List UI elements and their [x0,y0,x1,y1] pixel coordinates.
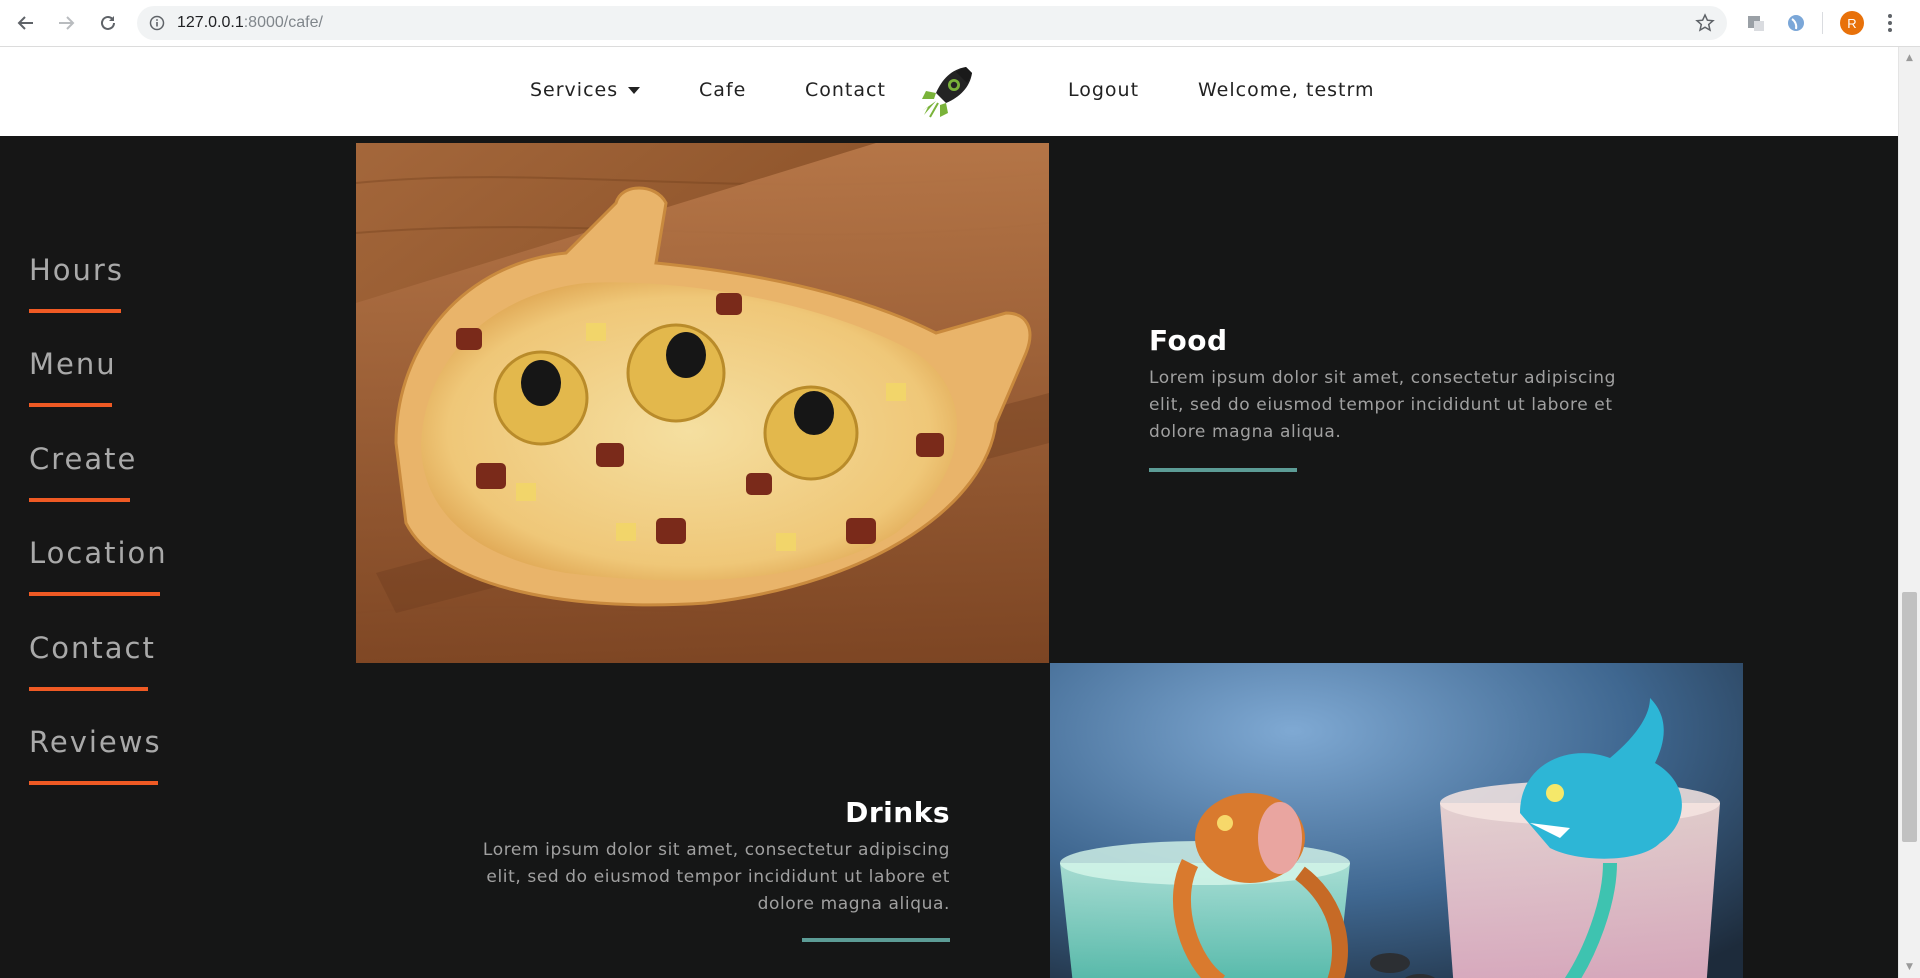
toolbar-divider [1822,12,1823,34]
menu-kebab-icon[interactable] [1888,13,1892,33]
reload-icon [101,15,115,30]
caret-down-icon [628,87,641,94]
profile-avatar[interactable]: R [1840,11,1864,35]
drinks-description: Lorem ipsum dolor sit amet, consectetur … [482,840,950,914]
nav-contact-link[interactable]: Contact [805,79,886,101]
sidebar-item-label[interactable]: Hours [29,252,124,288]
scroll-up-arrow-icon[interactable]: ▲ [1899,49,1920,67]
forward-button[interactable] [54,11,78,35]
drinks-title: Drinks [845,796,950,829]
url-path: :8000/cafe/ [243,14,323,31]
sidebar-underline [29,687,148,691]
pizza-image [356,143,1049,663]
sidebar-underline [29,498,130,502]
info-icon[interactable] [149,15,165,31]
sidebar-underline [29,403,112,407]
site-navbar: Services Cafe Contact Logout Welcome, te… [0,47,1898,136]
food-divider [1149,468,1297,472]
sidebar-item-contact[interactable]: Contact [29,630,156,691]
sidebar-item-label[interactable]: Create [29,441,137,477]
sidebar-item-create[interactable]: Create [29,441,137,502]
sidebar-item-location[interactable]: Location [29,535,168,596]
nav-services-dropdown[interactable]: Services [530,79,641,101]
scrollbar-thumb[interactable] [1902,592,1917,842]
scroll-down-arrow-icon[interactable]: ▼ [1899,958,1920,976]
sidebar-item-label[interactable]: Menu [29,346,117,382]
drinks-divider [802,938,950,942]
nav-cafe-link[interactable]: Cafe [699,79,746,101]
nav-welcome-text: Welcome, testrm [1198,79,1375,101]
food-title: Food [1149,324,1228,357]
monster-drinks-image [1050,663,1743,978]
sidebar-item-label[interactable]: Location [29,535,168,571]
drinks-section: Drinks Lorem ipsum dolor sit amet, conse… [470,795,950,942]
browser-toolbar: 127.0.0.1:8000/cafe/ R [0,0,1920,47]
address-bar[interactable]: 127.0.0.1:8000/cafe/ [137,6,1727,40]
url-text[interactable]: 127.0.0.1:8000/cafe/ [177,14,323,32]
url-host: 127.0.0.1 [177,14,244,31]
sidebar-item-label[interactable]: Contact [29,630,156,666]
rocket-icon[interactable] [916,63,976,123]
extension-translate-icon[interactable] [1745,12,1767,34]
page-scrollbar[interactable]: ▲ ▼ [1898,47,1920,978]
sidebar-underline [29,781,158,785]
arrow-left-icon [17,16,33,30]
sidebar-item-label[interactable]: Reviews [29,724,162,760]
sidebar-item-menu[interactable]: Menu [29,346,117,407]
extension-globe-icon[interactable] [1785,12,1807,34]
star-icon[interactable] [1695,13,1715,33]
sidebar-item-reviews[interactable]: Reviews [29,724,162,785]
food-image [356,143,1049,663]
arrow-right-icon [59,16,75,30]
food-section: Food Lorem ipsum dolor sit amet, consect… [1149,323,1649,472]
nav-services-label: Services [530,79,619,101]
food-description: Lorem ipsum dolor sit amet, consectetur … [1149,368,1617,442]
sidebar-underline [29,309,121,313]
drinks-image [1050,663,1743,978]
sidebar-underline [29,592,160,596]
sidebar-item-hours[interactable]: Hours [29,252,124,313]
reload-button[interactable] [96,11,120,35]
page-viewport: Services Cafe Contact Logout Welcome, te… [0,47,1898,978]
sidebar: Hours Menu Create Location Contact Revie… [0,136,200,978]
nav-logout-link[interactable]: Logout [1068,79,1139,101]
back-button[interactable] [14,11,38,35]
